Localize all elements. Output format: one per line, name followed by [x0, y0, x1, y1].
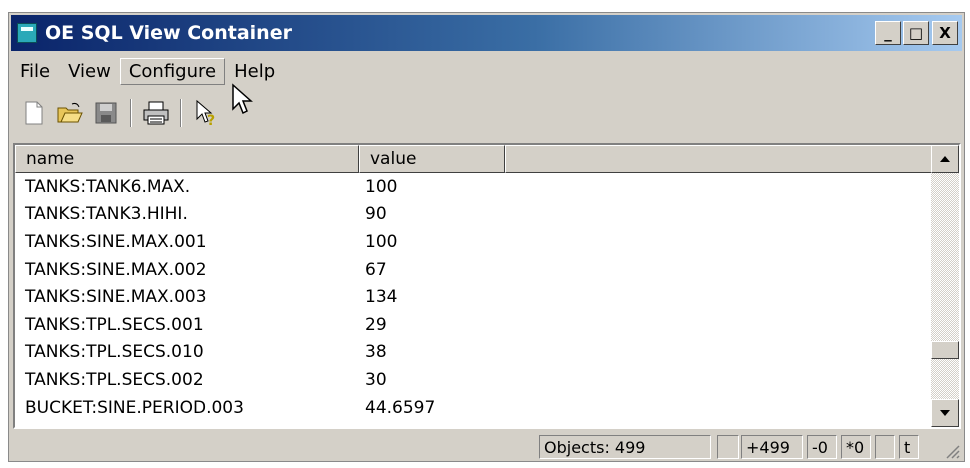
cell-value: 90 — [365, 204, 387, 225]
cell-name: TANKS:TPL.SECS.002 — [25, 369, 204, 390]
title-bar[interactable]: OE SQL View Container _ □ X — [11, 15, 962, 51]
table-row[interactable]: TANKS:TPL.SECS.002 30 — [15, 366, 935, 394]
table-row[interactable]: TANKS:SINE.MAX.001 100 — [15, 228, 935, 256]
table-row[interactable]: TANKS:TANK6.MAX. 100 — [15, 173, 935, 201]
column-header-name[interactable]: name — [15, 145, 359, 173]
resize-grip-icon[interactable] — [944, 443, 960, 459]
data-grid[interactable]: name value TANKS:TANK6.MAX. 100 TANKS:TAN… — [13, 143, 961, 429]
arrow-up-icon — [940, 156, 950, 162]
cell-name: TANKS:SINE.MAX.002 — [25, 259, 207, 280]
status-extra: t — [899, 435, 919, 459]
maximize-button[interactable]: □ — [903, 21, 929, 45]
cell-value: 67 — [365, 259, 387, 280]
grid-header: name value — [15, 145, 935, 173]
cell-value: 100 — [365, 231, 398, 252]
cell-name: BUCKET:SINE.PERIOD.003 — [25, 397, 244, 418]
menu-help[interactable]: Help — [225, 58, 284, 85]
menu-file[interactable]: File — [11, 58, 59, 85]
menu-bar: File View Configure Help — [11, 53, 962, 89]
table-row[interactable]: TANKS:SINE.MAX.002 67 — [15, 256, 935, 284]
table-row[interactable]: TANKS:TPL.SECS.010 38 — [15, 339, 935, 367]
vertical-scrollbar[interactable] — [931, 145, 959, 427]
status-added: +499 — [741, 435, 803, 459]
cell-value: 30 — [365, 369, 387, 390]
minimize-button[interactable]: _ — [875, 21, 901, 45]
status-bar: Objects: 499 +499 -0 *0 t — [11, 433, 962, 461]
scroll-down-button[interactable] — [931, 399, 959, 427]
arrow-down-icon — [940, 410, 950, 416]
status-changed: *0 — [841, 435, 871, 459]
cell-name: TANKS:SINE.MAX.001 — [25, 231, 207, 252]
column-header-value[interactable]: value — [359, 145, 505, 173]
status-blank — [717, 435, 739, 459]
table-row[interactable]: TANKS:TANK3.HIHI. 90 — [15, 201, 935, 229]
cell-value: 134 — [365, 287, 398, 308]
app-icon[interactable] — [17, 23, 37, 43]
cell-name: TANKS:TPL.SECS.001 — [25, 314, 204, 335]
table-row[interactable]: TANKS:TPL.SECS.001 29 — [15, 311, 935, 339]
cell-value: 29 — [365, 314, 387, 335]
toolbar-separator — [180, 99, 182, 127]
toolbar-separator — [130, 99, 132, 127]
status-removed: -0 — [807, 435, 837, 459]
status-objects: Objects: 499 — [539, 435, 711, 459]
grid-rows: TANKS:TANK6.MAX. 100 TANKS:TANK3.HIHI. 90 … — [15, 173, 935, 421]
cell-value: 100 — [365, 176, 398, 197]
window-title: OE SQL View Container — [45, 22, 292, 44]
scrollbar-thumb[interactable] — [931, 341, 959, 359]
table-row[interactable]: TANKS:SINE.MAX.003 134 — [15, 283, 935, 311]
cell-value: 44.6597 — [365, 397, 436, 418]
menu-configure[interactable]: Configure — [119, 57, 226, 85]
open-icon[interactable] — [55, 98, 85, 128]
cell-name: TANKS:SINE.MAX.003 — [25, 287, 207, 308]
menu-view[interactable]: View — [59, 58, 120, 85]
toolbar: ? — [11, 93, 962, 133]
status-blank-2 — [875, 435, 895, 459]
save-icon[interactable] — [91, 98, 121, 128]
context-help-icon[interactable]: ? — [191, 98, 221, 128]
cell-name: TANKS:TANK3.HIHI. — [25, 204, 188, 225]
cell-value: 38 — [365, 342, 387, 363]
print-icon[interactable] — [141, 98, 171, 128]
column-header-empty[interactable] — [505, 145, 935, 173]
cell-name: TANKS:TPL.SECS.010 — [25, 342, 204, 363]
new-icon[interactable] — [19, 98, 49, 128]
svg-text:?: ? — [207, 113, 215, 127]
app-window: OE SQL View Container _ □ X File View Co… — [8, 12, 965, 462]
close-button[interactable]: X — [932, 21, 958, 45]
table-row[interactable]: BUCKET:SINE.PERIOD.003 44.6597 — [15, 394, 935, 422]
scroll-up-button[interactable] — [931, 145, 959, 173]
cell-name: TANKS:TANK6.MAX. — [25, 176, 191, 197]
